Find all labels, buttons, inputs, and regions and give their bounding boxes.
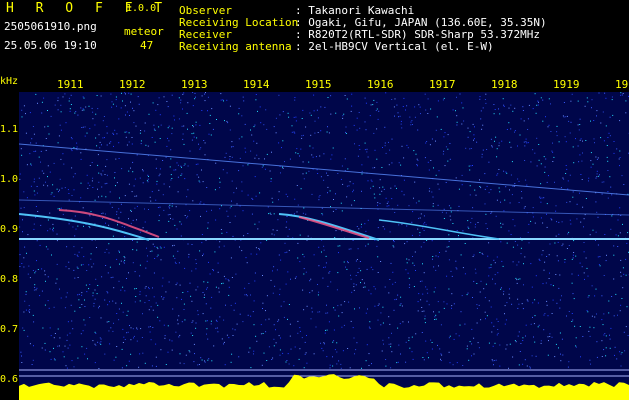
freq-tick-0.9: 0.9: [0, 224, 19, 235]
date-time: 25.05.06 19:10: [4, 39, 97, 52]
time-tick-1918: 1918: [491, 78, 518, 91]
spectrogram-plot: [19, 92, 629, 400]
time-tick-1916: 1916: [367, 78, 394, 91]
freq-tick-1.0: 1.0: [0, 174, 19, 185]
freq-tick-0.7: 0.7: [0, 324, 19, 335]
time-tick-1917: 1917: [429, 78, 456, 91]
time-tick-1911: 1911: [57, 78, 84, 91]
header-panel: H R O F F T 1.0.0 2505061910.png meteor …: [0, 0, 629, 75]
time-tick-1913: 1913: [181, 78, 208, 91]
time-tick-1920: 1920: [615, 78, 629, 91]
freq-tick-0.8: 0.8: [0, 274, 19, 285]
freq-tick-0.6: 0.6: [0, 374, 19, 385]
app-version: 1.0.0: [126, 3, 157, 14]
time-tick-1912: 1912: [119, 78, 146, 91]
spectrogram-canvas: [19, 92, 629, 400]
antenna-value: : 2el-HB9CV Vertical (el. E-W): [295, 40, 494, 53]
time-tick-1914: 1914: [243, 78, 270, 91]
time-tick-1919: 1919: [553, 78, 580, 91]
time-tick-1915: 1915: [305, 78, 332, 91]
unit-label: kHz: [0, 76, 19, 87]
meteor-label: meteor: [124, 25, 164, 38]
freq-tick-1.1: 1.1: [0, 124, 19, 135]
meteor-count: 47: [140, 39, 154, 52]
file-name: 2505061910.png: [4, 20, 97, 33]
antenna-label: Receiving antenna: [179, 40, 292, 53]
